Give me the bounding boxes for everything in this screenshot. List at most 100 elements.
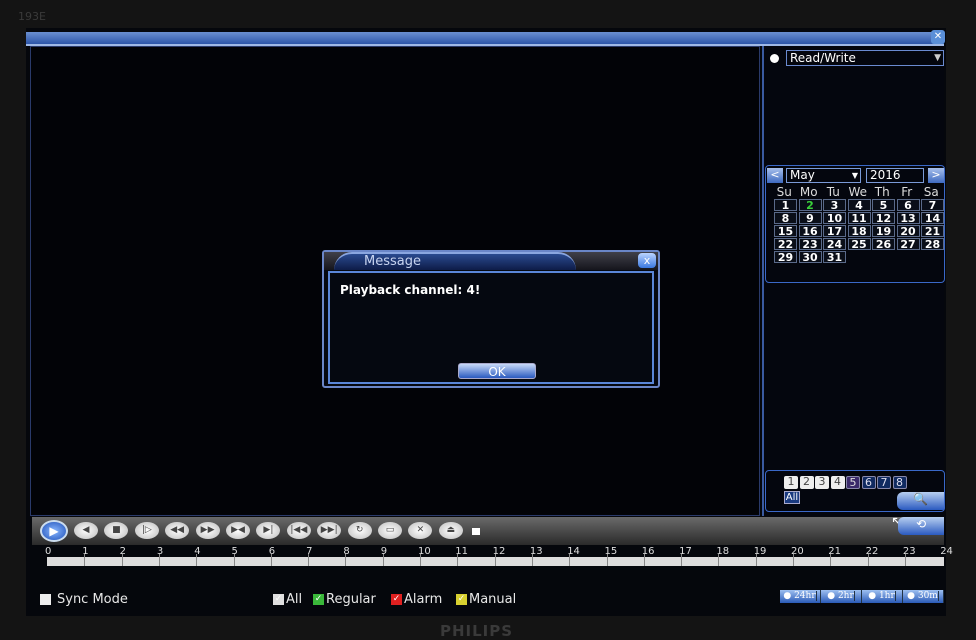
hour-tick xyxy=(793,554,794,566)
calendar-day[interactable]: 29 xyxy=(774,251,797,263)
radio-icon[interactable] xyxy=(770,54,779,63)
prev-month-button[interactable]: < xyxy=(767,168,783,183)
month-select[interactable]: May ▼ xyxy=(786,168,861,183)
loop-button[interactable]: ↻ xyxy=(347,522,372,539)
calendar-day[interactable]: 6 xyxy=(896,199,920,211)
reverse-play-button[interactable]: ◀ xyxy=(74,522,98,539)
stop-icon: ■ xyxy=(112,525,121,535)
channel-checkbox-4[interactable]: 4 xyxy=(830,476,845,489)
calendar-day[interactable]: 13 xyxy=(896,212,920,224)
slow-icon: ◀◀ xyxy=(170,525,185,535)
calendar-day[interactable]: 11 xyxy=(847,212,871,224)
channel-checkbox-3[interactable]: 3 xyxy=(815,476,829,489)
hour-label: 7 xyxy=(306,546,313,557)
prev-file-button[interactable]: |◀◀ xyxy=(286,522,311,539)
checkbox-icon: ✓ xyxy=(456,594,467,605)
calendar-day[interactable]: 8 xyxy=(774,212,797,224)
filter-alarm-checkbox[interactable]: ✓ Alarm xyxy=(391,592,442,607)
channel-checkbox-1[interactable]: 1 xyxy=(784,476,798,489)
calendar-day[interactable]: 10 xyxy=(823,212,846,224)
calendar-day[interactable]: 26 xyxy=(872,238,895,250)
calendar-day[interactable]: 30 xyxy=(798,251,822,263)
fullscreen-button[interactable]: ▭ xyxy=(378,522,402,539)
backup-button[interactable]: ⏏ xyxy=(438,522,463,539)
calendar-day[interactable]: 28 xyxy=(921,238,944,250)
zoom-30m-button[interactable]: ● 30m xyxy=(903,590,944,603)
ok-button[interactable]: OK xyxy=(458,363,536,379)
channel-checkbox-2[interactable]: 2 xyxy=(799,476,814,489)
hour-tick xyxy=(681,554,683,566)
hour-tick xyxy=(308,554,310,566)
filter-all-checkbox[interactable]: ✓ All xyxy=(273,592,302,607)
calendar-day[interactable]: 27 xyxy=(896,238,920,250)
calendar-day[interactable]: 21 xyxy=(921,225,944,237)
hour-tick xyxy=(270,554,272,566)
calendar-day[interactable]: 16 xyxy=(798,225,822,237)
fast-button[interactable]: ▶▶ xyxy=(195,522,220,539)
search-button[interactable]: 🔍 xyxy=(897,492,944,510)
hour-label: 4 xyxy=(194,546,201,557)
dialog-body: Playback channel: 4! OK xyxy=(328,271,654,384)
prev-file-icon: |◀◀ xyxy=(290,525,308,535)
zoom-1hr-button[interactable]: ● 1hr xyxy=(862,590,903,603)
mode-select[interactable]: Read/Write ▼ xyxy=(768,50,944,66)
hour-label: 9 xyxy=(380,546,388,557)
filter-regular-checkbox[interactable]: ✓ Regular xyxy=(313,592,376,607)
step-forward-icon: |▷ xyxy=(141,525,152,535)
slow-button[interactable]: ◀◀ xyxy=(165,522,190,539)
calendar-day[interactable]: 4 xyxy=(847,199,871,211)
channel-all-checkbox[interactable]: All xyxy=(784,491,800,504)
calendar-day[interactable]: 7 xyxy=(921,199,944,211)
hour-tick xyxy=(84,554,86,566)
prev-frame-button[interactable]: ▶◀ xyxy=(226,522,250,539)
channel-checkbox-8[interactable]: 8 xyxy=(892,476,907,489)
zoom-2hr-button[interactable]: ● 2hr xyxy=(821,590,862,603)
refresh-button[interactable]: ⟲ xyxy=(898,517,944,535)
calendar-day[interactable]: 3 xyxy=(823,199,846,211)
filter-manual-checkbox[interactable]: ✓ Manual xyxy=(456,592,516,607)
dialog-title: Message xyxy=(334,252,576,270)
calendar-day[interactable]: 23 xyxy=(798,238,822,250)
prev-frame-icon: ▶◀ xyxy=(231,525,245,535)
next-frame-icon: ▶| xyxy=(263,525,274,535)
year-field[interactable]: 2016 xyxy=(866,168,924,183)
hour-tick xyxy=(904,554,906,566)
calendar-day[interactable]: 24 xyxy=(823,238,846,250)
loop-icon: ↻ xyxy=(355,525,364,535)
channel-checkbox-5[interactable]: 5 xyxy=(846,476,860,489)
channel-checkbox-7[interactable]: 7 xyxy=(877,476,891,489)
calendar-day[interactable]: 17 xyxy=(823,225,846,237)
month-value: May xyxy=(790,168,815,182)
calendar-day[interactable]: 25 xyxy=(847,238,871,250)
step-forward-button[interactable]: |▷ xyxy=(134,522,159,539)
mode-select-value[interactable]: Read/Write ▼ xyxy=(786,50,944,66)
window-close-icon[interactable]: ✕ xyxy=(931,30,945,44)
checkbox-icon: ✓ xyxy=(391,594,402,605)
backup-icon: ⏏ xyxy=(446,525,456,535)
next-file-button[interactable]: ▶▶| xyxy=(317,522,342,539)
zoom-24hr-button[interactable]: ● 24hr xyxy=(780,590,821,603)
calendar-day[interactable]: 12 xyxy=(872,212,895,224)
play-button[interactable]: ▶ xyxy=(40,520,68,542)
weekday-header: Su Mo Tu We Th Fr Sa xyxy=(772,185,944,199)
brand-logo: PHILIPS xyxy=(440,622,514,640)
dialog-close-button[interactable]: x xyxy=(638,253,656,268)
calendar-day[interactable]: 2 xyxy=(798,199,822,211)
next-month-button[interactable]: > xyxy=(928,168,944,183)
hour-tick xyxy=(867,554,869,566)
calendar-day[interactable]: 22 xyxy=(774,238,797,250)
hour-tick xyxy=(531,554,533,566)
calendar-day[interactable]: 18 xyxy=(847,225,871,237)
fast-icon: ▶▶ xyxy=(200,525,215,535)
calendar-day[interactable]: 15 xyxy=(774,225,797,237)
zoom-label: 30m xyxy=(917,591,939,601)
calendar-day[interactable]: 14 xyxy=(921,212,944,224)
calendar-day[interactable]: 9 xyxy=(798,212,822,224)
calendar-day[interactable]: 31 xyxy=(823,251,846,263)
sync-mode-checkbox[interactable]: Sync Mode xyxy=(40,592,128,607)
calendar-day[interactable]: 1 xyxy=(774,199,797,211)
calendar-day[interactable]: 20 xyxy=(896,225,920,237)
channel-checkbox-6[interactable]: 6 xyxy=(861,476,876,489)
calendar-day[interactable]: 5 xyxy=(872,199,895,211)
calendar-day[interactable]: 19 xyxy=(872,225,895,237)
